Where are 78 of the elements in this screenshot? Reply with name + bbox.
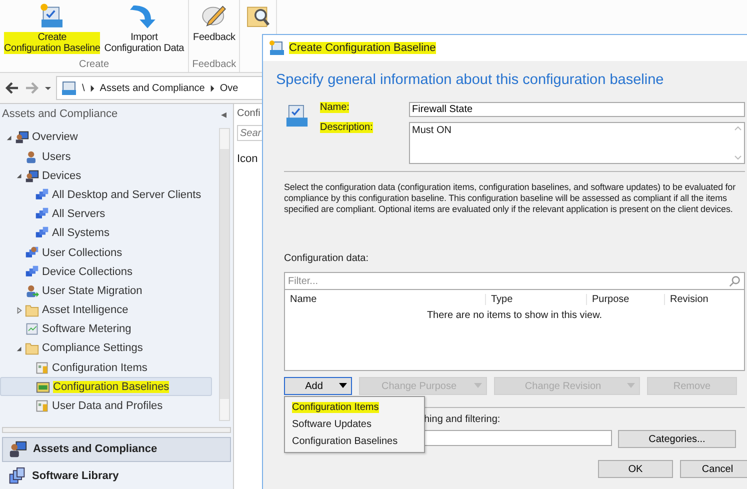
tree-item[interactable]: User State Migration — [0, 281, 212, 301]
tree-item[interactable]: Device Collections — [0, 262, 212, 282]
pane-title: Assets and Compliance — [2, 108, 118, 122]
expanded-icon[interactable] — [16, 172, 23, 180]
ribbon-button[interactable]: Import Configuration Data — [102, 0, 186, 59]
column-header[interactable]: Name — [285, 294, 486, 304]
menu-item[interactable]: Configuration Items — [285, 399, 424, 416]
group-label: Feedback — [192, 59, 236, 72]
pane-title: Confi — [237, 108, 260, 119]
tree-item[interactable]: Users — [0, 147, 212, 166]
breadcrumb[interactable]: \ — [82, 82, 85, 94]
menu-item[interactable]: Software Updates — [285, 416, 424, 433]
categories-button[interactable]: Categories... — [618, 430, 736, 448]
section-label: Configuration data: — [284, 253, 370, 264]
ribbon-button[interactable]: Create Configuration Baseline — [2, 0, 102, 59]
folder-icon — [25, 303, 39, 318]
tree-item[interactable]: All Systems — [0, 224, 212, 243]
collection-icon — [35, 188, 49, 202]
menu-item[interactable]: Configuration Baselines — [285, 433, 424, 450]
dialog-button[interactable]: Cancel — [680, 460, 747, 478]
name-field[interactable]: Firewall State — [409, 102, 745, 117]
computer-icon — [25, 168, 39, 183]
baseline-icon — [269, 40, 285, 56]
settings-icon — [35, 398, 49, 413]
tree-item[interactable]: Devices — [0, 166, 212, 186]
tree-item[interactable]: Software Metering — [0, 320, 212, 339]
expanded-icon[interactable] — [6, 134, 13, 141]
stacked-boxes-icon — [8, 467, 26, 486]
filter-field[interactable]: Filter... — [284, 272, 745, 290]
tree-item[interactable]: Asset Intelligence — [0, 300, 212, 320]
dropdown-icon[interactable] — [44, 84, 52, 92]
column-header[interactable]: Icon — [237, 147, 258, 165]
breadcrumb[interactable]: Ove — [220, 82, 238, 94]
field-label: Name: — [320, 102, 350, 113]
back-icon[interactable] — [4, 80, 20, 96]
collapse-button[interactable]: ◂ — [221, 108, 227, 124]
workspace-button[interactable]: Software Library — [2, 464, 231, 488]
computer-user-icon — [9, 440, 27, 458]
tree-item[interactable]: Configuration Baselines — [0, 377, 212, 396]
window-title: Create Configuration Baseline — [289, 42, 436, 54]
scrollbar[interactable] — [219, 128, 230, 421]
user-migration-icon — [25, 284, 39, 298]
computer-user-icon — [15, 130, 29, 144]
dialog-button[interactable]: OK — [598, 460, 673, 478]
folder-icon — [25, 341, 39, 356]
tree-item[interactable]: User Data and Profiles — [0, 396, 212, 416]
user-collection-icon — [25, 246, 39, 260]
baseline-icon — [36, 380, 50, 394]
settings-icon — [35, 360, 49, 375]
column-header[interactable]: Revision — [665, 294, 740, 304]
field-label: Description: — [320, 122, 373, 133]
group-label: Create — [79, 59, 110, 72]
expanded-icon[interactable] — [16, 344, 23, 352]
tree-item[interactable]: Overview — [0, 128, 212, 148]
tree-item[interactable]: Compliance Settings — [0, 338, 212, 358]
column-header[interactable]: Purpose — [587, 294, 665, 304]
action-button[interactable]: Add — [284, 377, 352, 395]
baseline-icon — [284, 103, 310, 129]
collection-icon — [25, 264, 39, 279]
empty-message: There are no items to show in this view. — [426, 310, 604, 321]
column-header[interactable]: Type — [486, 294, 587, 304]
tree-item[interactable]: All Desktop and Server Clients — [0, 185, 212, 205]
document-icon — [25, 322, 39, 336]
separator-icon — [90, 84, 95, 92]
collection-icon — [35, 226, 49, 240]
page-heading: Specify general information about this configuration baseline — [276, 71, 665, 90]
console-icon — [61, 80, 77, 96]
ribbon-button[interactable]: Feedback — [191, 0, 238, 59]
collapsed-icon[interactable] — [16, 306, 23, 314]
collection-icon — [35, 207, 49, 222]
explanation-text: Select the configuration data (configuration items, configuration baselines, and software updates) to be evaluated for compliance by this configuration baseline. This configuration baseline will be assessed as compliant if all the items specified are compliant. Optional items are evaluated only if the relevant application is present on the client devices. — [284, 182, 736, 215]
tree-item[interactable]: All Servers — [0, 204, 212, 224]
separator-icon — [210, 84, 215, 92]
search-icon — [729, 275, 741, 287]
breadcrumb[interactable]: Assets and Compliance — [100, 82, 205, 94]
tree-item[interactable]: User Collections — [0, 242, 212, 262]
tree-item[interactable]: Configuration Items — [0, 358, 212, 378]
workspace-button[interactable]: Assets and Compliance — [2, 436, 231, 462]
